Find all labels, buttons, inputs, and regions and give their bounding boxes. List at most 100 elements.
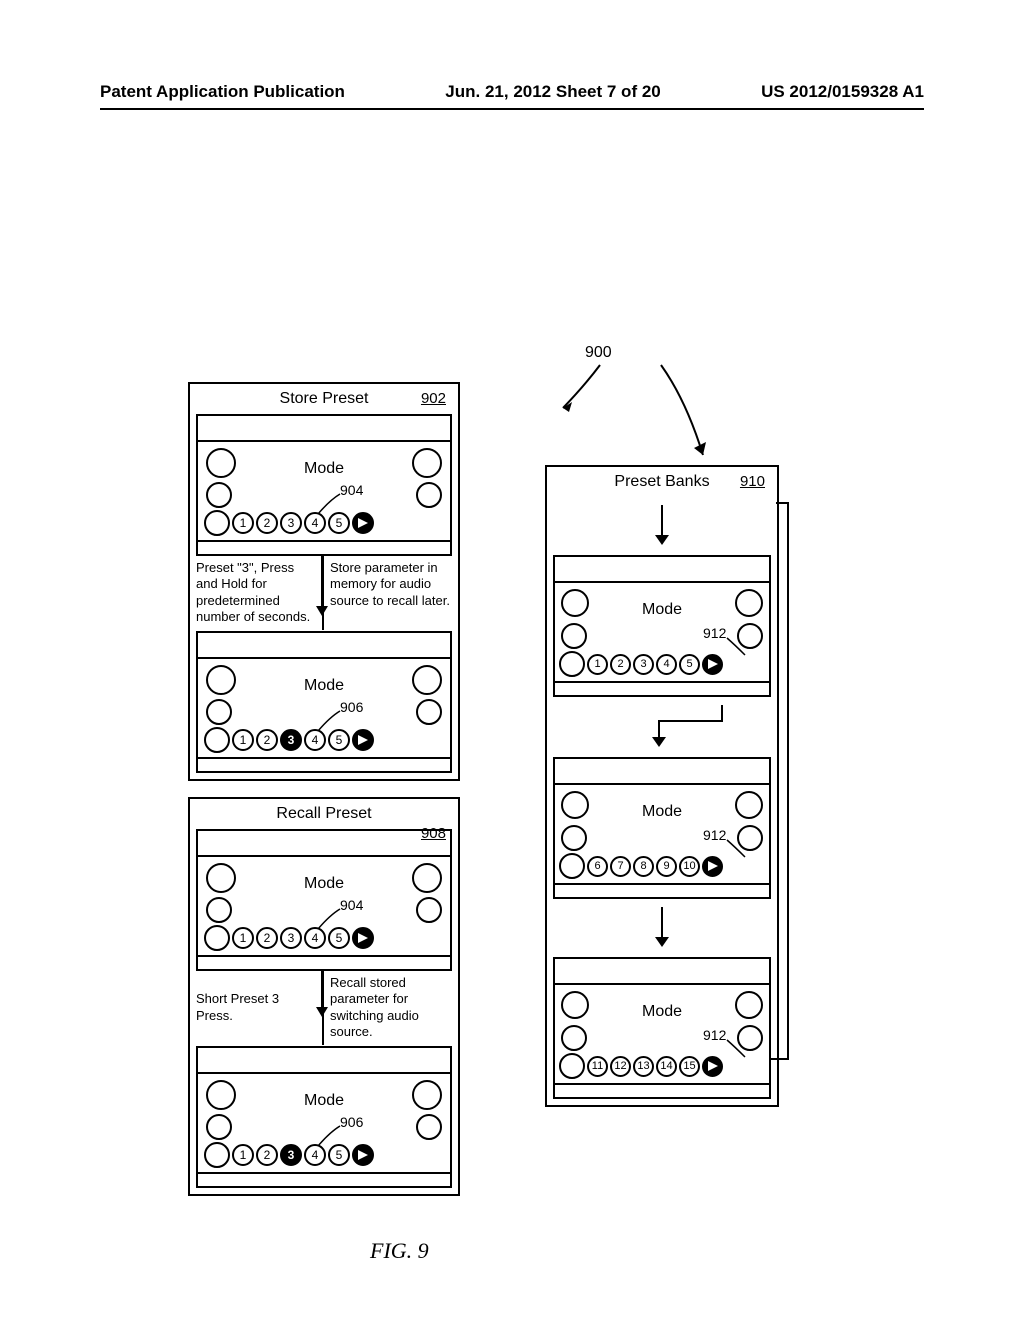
leader-line <box>725 839 747 859</box>
preset-button[interactable]: 2 <box>256 1144 278 1166</box>
preset-button[interactable]: 9 <box>656 856 677 877</box>
recall-preset-box: Recall Preset 908 Mode 904 <box>188 797 460 1196</box>
mode-label: Mode <box>198 1092 450 1110</box>
preset-button[interactable]: 5 <box>679 654 700 675</box>
preset-button[interactable]: 2 <box>610 654 631 675</box>
ref-904-b: 904 <box>340 897 363 913</box>
recall-between-left: Short Preset 3 Press. <box>196 975 324 1040</box>
preset-button[interactable]: 3 <box>280 927 302 949</box>
ref-906: 906 <box>340 699 363 715</box>
down-arrow-icon <box>316 554 328 616</box>
knob[interactable] <box>559 651 585 677</box>
next-bank-button[interactable] <box>702 856 723 877</box>
knob[interactable] <box>416 1114 442 1140</box>
next-bank-button[interactable] <box>352 512 374 534</box>
preset-button[interactable]: 1 <box>587 654 608 675</box>
mode-label: Mode <box>198 677 450 695</box>
preset-button-active[interactable]: 3 <box>280 1144 302 1166</box>
preset-button[interactable]: 6 <box>587 856 608 877</box>
knob[interactable] <box>416 897 442 923</box>
header-right: US 2012/0159328 A1 <box>761 82 924 102</box>
figure-caption: FIG. 9 <box>370 1238 429 1264</box>
knob[interactable] <box>559 1053 585 1079</box>
store-between: Preset "3", Press and Hold for predeterm… <box>194 556 454 631</box>
recall-preset-title: Recall Preset <box>276 805 371 822</box>
preset-button[interactable]: 2 <box>256 729 278 751</box>
preset-button[interactable]: 5 <box>328 1144 350 1166</box>
knob[interactable] <box>416 482 442 508</box>
store-preset-title: Store Preset <box>280 390 369 407</box>
ref-910: 910 <box>740 473 765 490</box>
preset-button[interactable]: 1 <box>232 1144 254 1166</box>
preset-button[interactable]: 13 <box>633 1056 654 1077</box>
preset-button[interactable]: 5 <box>328 729 350 751</box>
preset-button[interactable]: 2 <box>256 512 278 534</box>
mode-label: Mode <box>198 460 450 478</box>
knob[interactable] <box>206 482 232 508</box>
recall-panel-2: Mode 906 1 2 3 4 5 <box>196 1046 452 1188</box>
bank-panel-2: Mode 912 6 7 8 9 10 <box>553 757 771 899</box>
store-preset-box: Store Preset 902 Mode 904 <box>188 382 460 781</box>
preset-button[interactable]: 5 <box>328 927 350 949</box>
preset-button[interactable]: 10 <box>679 856 700 877</box>
knob[interactable] <box>206 1114 232 1140</box>
preset-button[interactable]: 8 <box>633 856 654 877</box>
preset-button[interactable]: 1 <box>232 512 254 534</box>
knob[interactable] <box>559 853 585 879</box>
loopback-arrow-icon <box>768 497 794 1069</box>
store-between-left: Preset "3", Press and Hold for predeterm… <box>196 560 324 625</box>
knob[interactable] <box>204 727 230 753</box>
knob[interactable] <box>206 699 232 725</box>
preset-button[interactable]: 15 <box>679 1056 700 1077</box>
bank-panel-1: Mode 912 1 2 3 4 5 <box>553 555 771 697</box>
down-arrow-icon <box>655 907 669 947</box>
mode-label: Mode <box>198 875 450 893</box>
preset-button[interactable]: 4 <box>304 1144 326 1166</box>
preset-button[interactable]: 11 <box>587 1056 608 1077</box>
next-bank-button[interactable] <box>702 1056 723 1077</box>
next-bank-button[interactable] <box>352 729 374 751</box>
store-panel-2: Mode 906 1 2 3 4 5 <box>196 631 452 773</box>
preset-button[interactable]: 7 <box>610 856 631 877</box>
preset-button[interactable]: 4 <box>304 512 326 534</box>
preset-button[interactable]: 1 <box>232 927 254 949</box>
bank-panel-3: Mode 912 11 12 13 14 15 <box>553 957 771 1099</box>
down-arrow-icon <box>316 969 328 1017</box>
page-header: Patent Application Publication Jun. 21, … <box>0 82 1024 116</box>
knob[interactable] <box>204 1142 230 1168</box>
next-bank-button[interactable] <box>352 927 374 949</box>
ref-912-a: 912 <box>703 625 726 641</box>
preset-button[interactable]: 4 <box>656 654 677 675</box>
preset-button[interactable]: 3 <box>633 654 654 675</box>
preset-button[interactable]: 2 <box>256 927 278 949</box>
next-bank-button[interactable] <box>702 654 723 675</box>
knob[interactable] <box>416 699 442 725</box>
preset-button[interactable]: 3 <box>280 512 302 534</box>
preset-button[interactable]: 4 <box>304 927 326 949</box>
recall-between: Short Preset 3 Press. Recall stored para… <box>194 971 454 1046</box>
leader-line <box>725 637 747 657</box>
recall-between-right: Recall stored parameter for switching au… <box>324 975 452 1040</box>
mode-label: Mode <box>555 803 769 821</box>
header-left: Patent Application Publication <box>100 82 345 102</box>
store-between-right: Store parameter in memory for audio sour… <box>324 560 452 625</box>
preset-button[interactable]: 4 <box>304 729 326 751</box>
next-bank-button[interactable] <box>352 1144 374 1166</box>
preset-button[interactable]: 1 <box>232 729 254 751</box>
preset-button[interactable]: 14 <box>656 1056 677 1077</box>
knob[interactable] <box>204 510 230 536</box>
ref-906-b: 906 <box>340 1114 363 1130</box>
preset-button[interactable]: 12 <box>610 1056 631 1077</box>
knob[interactable] <box>561 623 587 649</box>
knob[interactable] <box>561 825 587 851</box>
knob[interactable] <box>204 925 230 951</box>
recall-panel-1: Mode 904 1 2 3 4 5 <box>196 829 452 971</box>
mode-label: Mode <box>555 1003 769 1021</box>
preset-button-active[interactable]: 3 <box>280 729 302 751</box>
knob[interactable] <box>206 897 232 923</box>
preset-banks-box: Preset Banks 910 <box>545 465 779 1107</box>
preset-button[interactable]: 5 <box>328 512 350 534</box>
preset-banks-title: Preset Banks <box>614 473 709 490</box>
step-arrow-icon <box>652 705 732 747</box>
knob[interactable] <box>561 1025 587 1051</box>
